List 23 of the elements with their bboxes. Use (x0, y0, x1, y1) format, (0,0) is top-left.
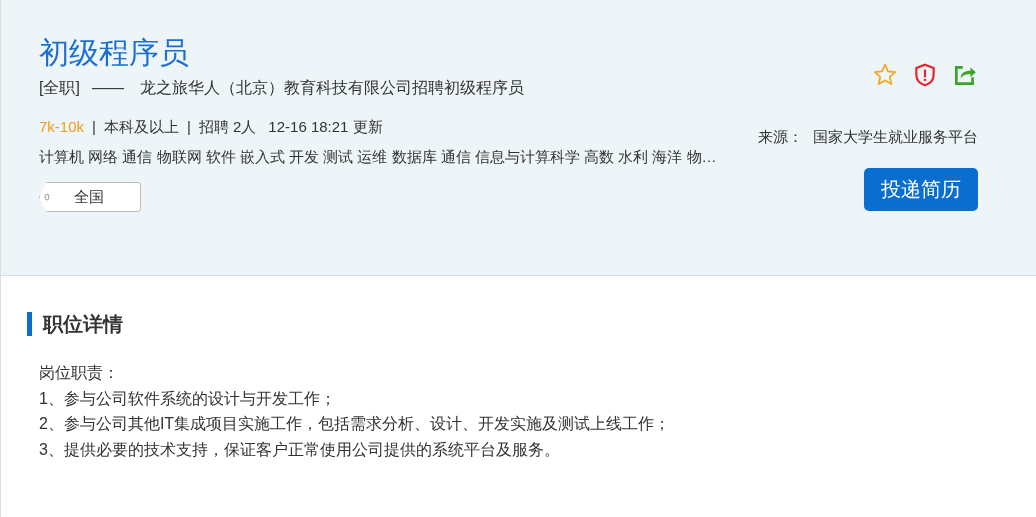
description-line: 3、提供必要的技术支持，保证客户正常使用公司提供的系统平台及服务。 (39, 439, 561, 460)
location-tag: 全国 (39, 182, 141, 212)
separator: | (186, 117, 191, 137)
dash-separator: —— (91, 79, 124, 96)
shield-alert-icon[interactable] (912, 62, 938, 88)
skill-tags: 计算机 网络 通信 物联网 软件 嵌入式 开发 测试 运维 数据库 通信 信息与计算科学 高数 水利 海洋 物… (39, 146, 717, 168)
description-line: 岗位职责： (39, 363, 120, 383)
company-line: 龙之旅华人（北京）教育科技有限公司招聘初级程序员 (139, 79, 524, 96)
source-label: 来源： (758, 128, 803, 145)
source-name: 国家大学生就业服务平台 (813, 128, 978, 145)
star-icon[interactable] (872, 62, 898, 88)
headcount: 招聘 2人 (198, 117, 257, 137)
description-line: 2、参与公司其他IT集成项目实施工作，包括需求分析、设计、开发实施及测试上线工作； (39, 414, 672, 434)
apply-button[interactable]: 投递简历 (864, 168, 978, 211)
tag-hole-icon (44, 193, 50, 201)
section-heading: 职位详情 (27, 312, 1036, 336)
salary-range: 7k-10k (39, 117, 85, 137)
job-title: 初级程序员 (39, 35, 189, 71)
education-requirement: 本科及以上 (103, 117, 179, 137)
employment-type: [全职] (39, 79, 80, 96)
update-time: 12-16 18:21 更新 (268, 117, 383, 137)
description-line: 1、参与公司软件系统的设计与开发工作； (39, 388, 337, 409)
separator: | (92, 117, 96, 137)
